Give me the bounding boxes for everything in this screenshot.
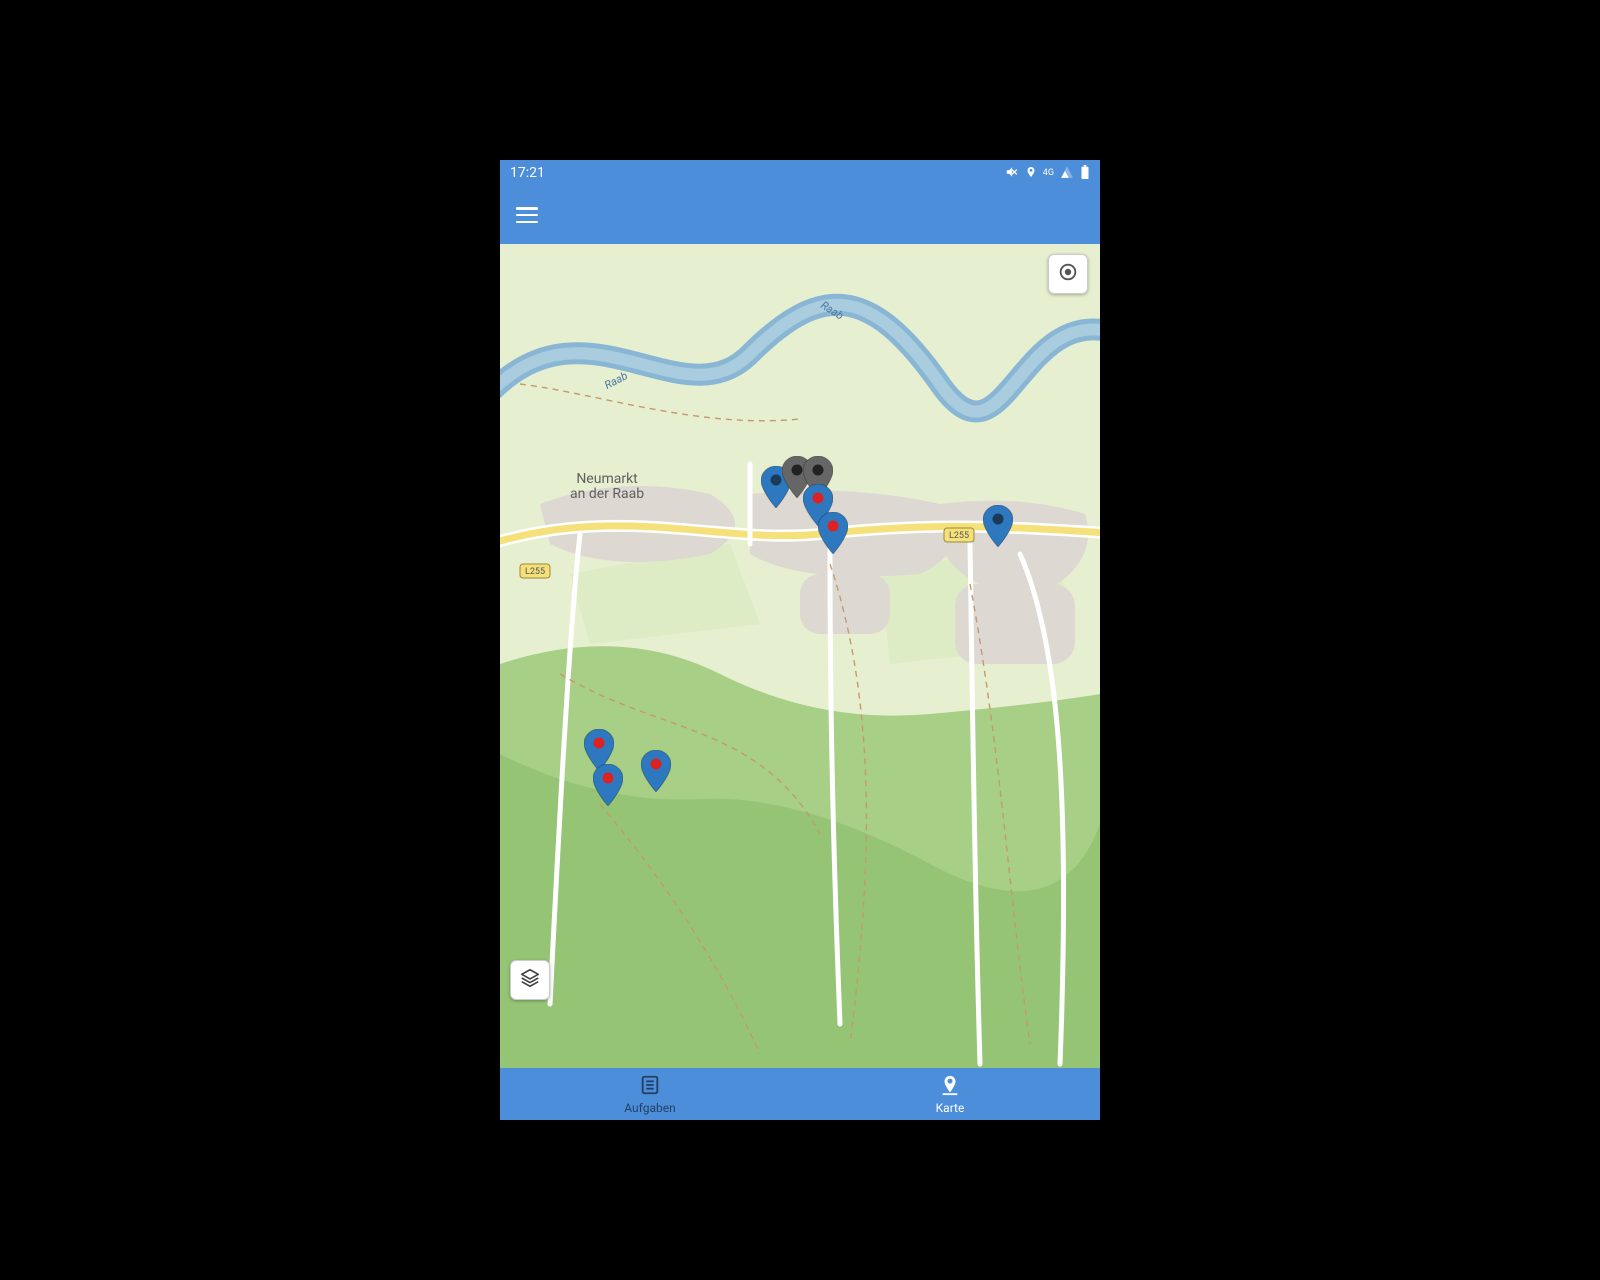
tab-aufgaben[interactable]: Aufgaben xyxy=(500,1068,800,1120)
status-time: 17:21 xyxy=(510,165,545,181)
device-frame: 17:21 4G xyxy=(500,160,1100,1120)
list-icon xyxy=(639,1074,661,1099)
layers-button[interactable] xyxy=(510,960,550,1000)
marker-icon xyxy=(939,1074,961,1099)
battery-icon xyxy=(1080,165,1090,182)
svg-text:L255: L255 xyxy=(949,531,969,541)
mute-icon xyxy=(1005,165,1019,182)
signal-icon xyxy=(1060,165,1074,182)
map-marker[interactable] xyxy=(593,764,623,806)
svg-text:L255: L255 xyxy=(525,567,545,577)
network-label: 4G xyxy=(1043,168,1054,178)
crosshair-icon xyxy=(1057,261,1079,287)
status-bar: 17:21 4G xyxy=(500,160,1100,186)
map-marker[interactable] xyxy=(983,505,1013,547)
map-background: L255 L255 xyxy=(500,244,1100,1068)
bottom-nav: Aufgaben Karte xyxy=(500,1068,1100,1120)
tab-karte[interactable]: Karte xyxy=(800,1068,1100,1120)
status-icons: 4G xyxy=(1005,165,1090,182)
location-icon xyxy=(1025,166,1037,181)
nav-label: Aufgaben xyxy=(624,1101,675,1115)
map-canvas[interactable]: L255 L255 Neumarkt an der Raab Raab Raab xyxy=(500,244,1100,1068)
app-bar xyxy=(500,186,1100,244)
nav-label: Karte xyxy=(936,1101,965,1115)
map-marker[interactable] xyxy=(818,512,848,554)
menu-button[interactable] xyxy=(516,207,538,223)
locate-button[interactable] xyxy=(1048,254,1088,294)
map-marker[interactable] xyxy=(641,750,671,792)
layers-icon xyxy=(519,967,541,993)
